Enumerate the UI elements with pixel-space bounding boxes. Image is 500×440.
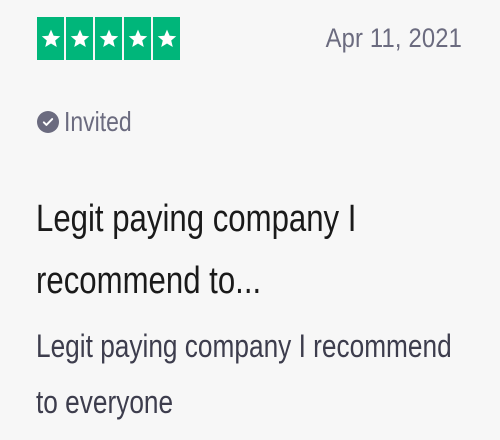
star-icon [95,17,122,60]
star-icon [37,17,64,60]
check-circle-icon [37,111,59,133]
star-icon [124,17,151,60]
review-title[interactable]: Legit paying company I recommend to... [36,188,430,312]
review-body: Legit paying company I recommend to ever… [36,328,452,420]
review-card: Apr 11, 2021 Invited Legit paying compan… [0,0,500,440]
star-rating [37,17,180,60]
verification-badge: Invited [37,106,147,138]
star-icon [153,17,180,60]
verification-label: Invited [64,106,132,137]
review-date: Apr 11, 2021 [325,23,462,53]
star-icon [66,17,93,60]
